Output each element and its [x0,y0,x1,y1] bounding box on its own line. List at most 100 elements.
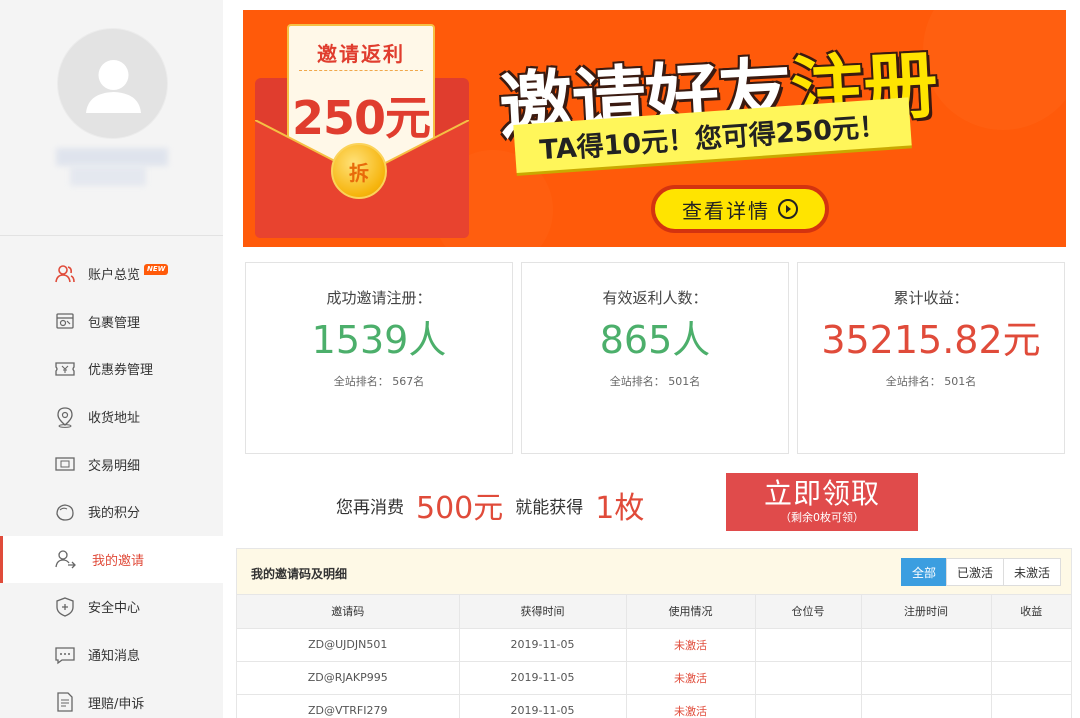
coin-text: 拆 [349,160,369,185]
stat-value: 35215.82元 [821,318,1041,362]
column-header-usage[interactable]: 使用情况 [626,595,756,629]
sidebar-item-my-invitations[interactable]: 我的邀请 [0,535,223,584]
shield-icon [56,597,74,617]
claim-button-label: 立即领取 [763,477,880,510]
cell-obtained-time: 2019-11-05 [459,661,627,695]
sidebar-item-label: 包裹管理 [88,315,141,331]
reward-progress: 您再消费 500元 就能获得 1枚 [336,486,656,526]
table-row: ZD@UJDJN501 2019-11-05 未激活 [237,628,1071,662]
stat-label: 累计收益： [893,289,969,307]
username-blurred [52,144,176,194]
claim-button-sub: （剩余0枚可领） [780,511,864,524]
points-icon [56,504,74,521]
cell-earnings [991,694,1071,718]
cell-invite-code: ZD@RJAKP995 [237,661,460,695]
stat-value: 865人 [599,318,711,362]
new-badge: NEW [144,256,169,275]
ledger-icon [55,457,75,471]
invite-user-icon [55,550,76,569]
stat-value: 1539人 [311,318,447,362]
cell-earnings [991,661,1071,695]
stat-valid-rebates: 有效返利人数： 865人 全站排名： 501名 [521,262,789,454]
sidebar-item-account-overview[interactable]: 账户总览 [0,250,223,298]
filter-not-activated[interactable]: 未激活 [1002,558,1061,586]
table-row: ZD@VTRFI279 2019-11-05 未激活 [237,694,1071,718]
filter-tabs: 全部 已激活 未激活 [900,558,1061,586]
cell-register-time [861,694,992,718]
sidebar-item-package-management[interactable]: 包裹管理 [0,298,223,346]
invite-code-table-panel: 我的邀请码及明细 全部 已激活 未激活 邀请码 获得时间 使用情况 仓位号 注册… [236,548,1072,718]
cell-register-time [861,628,992,662]
stat-successful-invites: 成功邀请注册： 1539人 全站排名： 567名 [245,262,513,454]
document-icon [57,692,73,712]
stat-total-earnings: 累计收益： 35215.82元 全站排名： 501名 [797,262,1065,454]
table-header-bar: 我的邀请码及明细 全部 已激活 未激活 [237,549,1071,595]
column-header-obtained-time[interactable]: 获得时间 [459,595,627,629]
table-row: ZD@RJAKP995 2019-11-05 未激活 [237,661,1071,695]
claim-now-button[interactable]: 立即领取 （剩余0枚可领） [726,473,918,531]
invite-code-table: 邀请码 获得时间 使用情况 仓位号 注册时间 收益 ZD@UJDJN501 20… [237,595,1071,718]
stat-label: 成功邀请注册： [326,289,432,307]
stat-label: 有效返利人数： [602,289,708,307]
table-header-row: 邀请码 获得时间 使用情况 仓位号 注册时间 收益 [237,595,1071,629]
cell-usage-status: 未激活 [626,661,756,695]
new-badge-text: NEW [144,264,169,275]
cell-slot-number [755,628,862,662]
reward-middle: 就能获得 [515,497,584,518]
play-arrow-icon [778,199,798,219]
sidebar-item-label: 优惠券管理 [88,363,154,379]
cell-slot-number [755,661,862,695]
cell-obtained-time: 2019-11-05 [459,694,627,718]
card-title: 邀请返利 [317,42,405,66]
sidebar-item-label: 通知消息 [88,649,141,665]
sidebar-item-label: 安全中心 [88,601,141,617]
avatar[interactable] [57,28,168,139]
location-pin-icon [57,406,73,428]
column-header-register-time[interactable]: 注册时间 [861,595,992,629]
sidebar-item-coupon-management[interactable]: 优惠券管理 [0,345,223,393]
sidebar-item-security-center[interactable]: 安全中心 [0,583,223,631]
column-header-slot-number[interactable]: 仓位号 [755,595,862,629]
default-user-icon [86,60,141,113]
filter-activated[interactable]: 已激活 [945,558,1004,586]
sidebar-item-notifications[interactable]: 通知消息 [0,631,223,679]
sidebar-item-my-points[interactable]: 我的积分 [0,488,223,536]
sidebar-item-label: 账户总览 [88,268,141,284]
user-group-icon [55,264,75,282]
sidebar-item-label: 收货地址 [88,411,141,427]
profile-panel [0,0,223,236]
sidebar-item-transaction-details[interactable]: 交易明细 [0,440,223,488]
cell-register-time [861,661,992,695]
cell-earnings [991,628,1071,662]
reward-prefix: 您再消费 [336,497,404,518]
message-icon [55,646,75,664]
cell-obtained-time: 2019-11-05 [459,628,627,662]
column-header-invite-code[interactable]: 邀请码 [237,595,460,629]
package-icon [56,313,74,330]
view-details-label: 查看详情 [682,198,770,223]
sidebar-item-claims-appeals[interactable]: 理赔/申诉 [0,678,223,718]
cell-invite-code: ZD@UJDJN501 [237,628,460,662]
table-title: 我的邀请码及明细 [251,567,348,581]
stat-rank: 全站排名： 501名 [609,375,701,388]
coin-icon: 拆 [331,143,387,199]
stats-row: 成功邀请注册： 1539人 全站排名： 567名 有效返利人数： 865人 全站… [245,262,1065,454]
sidebar-menu: 账户总览 包裹管理 优惠券管理 收货地址 交易明细 我的积分 我的邀请 安全中心… [0,250,223,718]
view-details-button[interactable]: 查看详情 [651,185,829,233]
cell-usage-status: 未激活 [626,694,756,718]
sidebar-item-label: 我的积分 [88,506,141,522]
column-header-earnings[interactable]: 收益 [991,595,1071,629]
sidebar-item-label: 交易明细 [88,458,141,474]
invite-banner[interactable]: 邀请返利 250元 拆 邀请好友注册 TA得10元！您可得250元！ 查看详情 [243,10,1066,247]
cell-usage-status: 未激活 [626,628,756,662]
sidebar-item-label: 我的邀请 [92,553,145,569]
stat-rank: 全站排名： 567名 [333,375,425,388]
filter-all[interactable]: 全部 [900,558,947,586]
sidebar-item-shipping-address[interactable]: 收货地址 [0,393,223,441]
stat-rank: 全站排名： 501名 [885,375,977,388]
reward-amount: 500元 [416,491,504,526]
sidebar-item-label: 理赔/申诉 [88,696,145,712]
cell-invite-code: ZD@VTRFI279 [237,694,460,718]
coupon-icon [55,362,75,376]
sidebar: 账户总览 包裹管理 优惠券管理 收货地址 交易明细 我的积分 我的邀请 安全中心… [0,0,223,718]
